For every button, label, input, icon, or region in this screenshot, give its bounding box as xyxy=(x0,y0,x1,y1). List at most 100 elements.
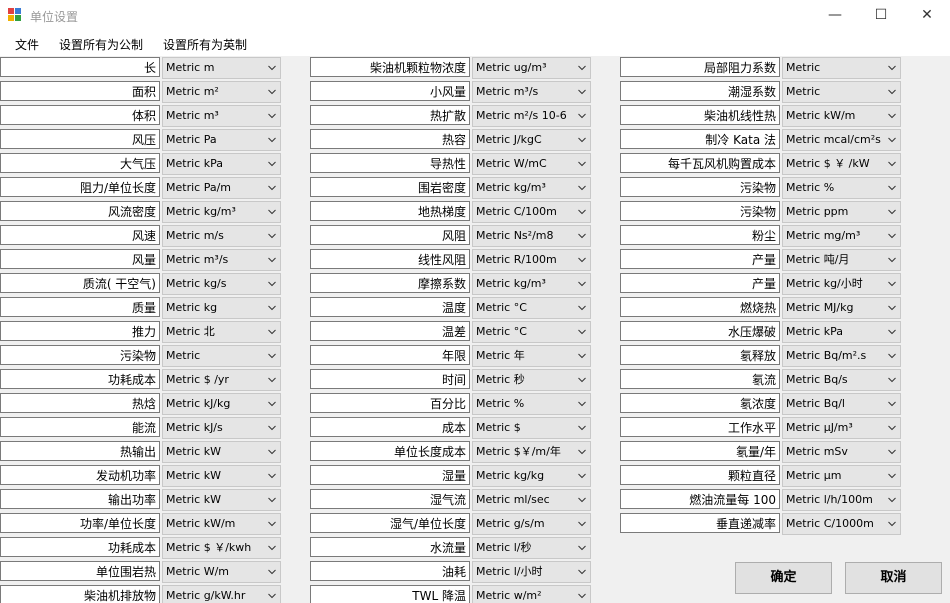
unit-select[interactable]: Metric kW/m xyxy=(162,513,281,535)
unit-select[interactable]: Metric Bq/s xyxy=(782,369,901,391)
unit-select[interactable]: Metric °C xyxy=(472,321,591,343)
unit-select-value: Metric mcal/cm²s xyxy=(786,133,881,146)
unit-select[interactable]: Metric mSv xyxy=(782,441,901,463)
unit-row: 风量 Metric m³/s xyxy=(0,248,300,272)
unit-select[interactable]: Metric $ ￥/kwh xyxy=(162,537,281,559)
unit-select-value: Metric ug/m³ xyxy=(476,61,547,74)
unit-select[interactable]: Metric ml/sec xyxy=(472,489,591,511)
unit-row: 年限 Metric 年 xyxy=(310,344,610,368)
unit-select-value: Metric w/m² xyxy=(476,589,542,602)
unit-select[interactable]: Metric Ns²/m8 xyxy=(472,225,591,247)
unit-select[interactable]: Metric Pa xyxy=(162,129,281,151)
unit-select[interactable]: Metric R/100m xyxy=(472,249,591,271)
unit-select[interactable]: Metric m xyxy=(162,57,281,79)
unit-select[interactable]: Metric C/1000m xyxy=(782,513,901,535)
unit-select[interactable]: Metric Pa/m xyxy=(162,177,281,199)
unit-select-value: Metric kg/m³ xyxy=(476,277,546,290)
unit-select[interactable]: Metric xyxy=(162,345,281,367)
title-bar: 单位设置 — ☐ ✕ xyxy=(0,0,950,32)
unit-select[interactable]: Metric xyxy=(782,57,901,79)
chevron-down-icon xyxy=(268,89,276,95)
unit-select[interactable]: Metric ppm xyxy=(782,201,901,223)
unit-label: TWL 降温 xyxy=(310,585,470,603)
unit-label: 油耗 xyxy=(310,561,470,581)
unit-select[interactable]: Metric m² xyxy=(162,81,281,103)
unit-select[interactable]: Metric Bq/l xyxy=(782,393,901,415)
unit-select[interactable]: Metric kJ/s xyxy=(162,417,281,439)
unit-select[interactable]: Metric mg/m³ xyxy=(782,225,901,247)
unit-select[interactable]: Metric mcal/cm²s xyxy=(782,129,901,151)
unit-select[interactable]: Metric kg/kg xyxy=(472,465,591,487)
close-icon[interactable]: ✕ xyxy=(904,0,950,32)
unit-select[interactable]: Metric W/mC xyxy=(472,153,591,175)
unit-select[interactable]: Metric m/s xyxy=(162,225,281,247)
unit-select[interactable]: Metric $￥/m/年 xyxy=(472,441,591,463)
unit-select[interactable]: Metric $ xyxy=(472,417,591,439)
unit-select-value: Metric m² xyxy=(166,85,219,98)
unit-select[interactable]: Metric l/小时 xyxy=(472,561,591,583)
unit-row: 热扩散 Metric m²/s 10-6 xyxy=(310,104,610,128)
unit-select[interactable]: Metric kW/m xyxy=(782,105,901,127)
unit-select[interactable]: Metric $ ￥ /kW xyxy=(782,153,901,175)
ok-button[interactable]: 确定 xyxy=(735,562,832,594)
chevron-down-icon xyxy=(268,473,276,479)
chevron-down-icon xyxy=(268,257,276,263)
cancel-button[interactable]: 取消 xyxy=(845,562,942,594)
unit-select[interactable]: Metric w/m² xyxy=(472,585,591,603)
menu-bar: 文件 设置所有为公制 设置所有为英制 xyxy=(0,32,950,56)
unit-select-value: Metric Bq/l xyxy=(786,397,845,410)
unit-select[interactable]: Metric kg/m³ xyxy=(162,201,281,223)
chevron-down-icon xyxy=(268,113,276,119)
unit-select[interactable]: Metric Bq/m².s xyxy=(782,345,901,367)
unit-select[interactable]: Metric kg/小时 xyxy=(782,273,901,295)
unit-select[interactable]: Metric g/kW.hr xyxy=(162,585,281,603)
unit-select[interactable]: Metric kg/m³ xyxy=(472,273,591,295)
chevron-down-icon xyxy=(888,89,896,95)
unit-select[interactable]: Metric m³/s xyxy=(472,81,591,103)
unit-select[interactable]: Metric ug/m³ xyxy=(472,57,591,79)
unit-select[interactable]: Metric % xyxy=(472,393,591,415)
unit-select[interactable]: Metric C/100m xyxy=(472,201,591,223)
unit-select[interactable]: Metric W/m xyxy=(162,561,281,583)
unit-select[interactable]: Metric m²/s 10-6 xyxy=(472,105,591,127)
unit-select[interactable]: Metric 秒 xyxy=(472,369,591,391)
unit-select[interactable]: Metric 吨/月 xyxy=(782,249,901,271)
unit-row: 污染物 Metric xyxy=(0,344,300,368)
menu-set-all-metric[interactable]: 设置所有为公制 xyxy=(59,36,143,53)
unit-select[interactable]: Metric kPa xyxy=(162,153,281,175)
unit-select[interactable]: Metric kW xyxy=(162,489,281,511)
unit-select[interactable]: Metric $ /yr xyxy=(162,369,281,391)
unit-select[interactable]: Metric l/h/100m xyxy=(782,489,901,511)
unit-select[interactable]: Metric kg/s xyxy=(162,273,281,295)
maximize-icon[interactable]: ☐ xyxy=(858,0,904,32)
unit-select[interactable]: Metric J/kgC xyxy=(472,129,591,151)
unit-select[interactable]: Metric kg/m³ xyxy=(472,177,591,199)
unit-select[interactable]: Metric 年 xyxy=(472,345,591,367)
unit-select[interactable]: Metric kW xyxy=(162,441,281,463)
unit-select[interactable]: Metric kPa xyxy=(782,321,901,343)
chevron-down-icon xyxy=(578,137,586,143)
unit-row: 温度 Metric °C xyxy=(310,296,610,320)
unit-select[interactable]: Metric l/秒 xyxy=(472,537,591,559)
unit-label: 柴油机排放物 xyxy=(0,585,160,603)
unit-select[interactable]: Metric xyxy=(782,81,901,103)
unit-select[interactable]: Metric kg xyxy=(162,297,281,319)
unit-select[interactable]: Metric kW xyxy=(162,465,281,487)
menu-set-all-imperial[interactable]: 设置所有为英制 xyxy=(163,36,247,53)
minimize-icon[interactable]: — xyxy=(812,0,858,32)
unit-row: 柴油机颗粒物浓度 Metric ug/m³ xyxy=(310,56,610,80)
menu-file[interactable]: 文件 xyxy=(15,36,39,53)
unit-select[interactable]: Metric m³/s xyxy=(162,249,281,271)
chevron-down-icon xyxy=(578,185,586,191)
unit-select-value: Metric mg/m³ xyxy=(786,229,861,242)
unit-select[interactable]: Metric 北 xyxy=(162,321,281,343)
unit-select[interactable]: Metric g/s/m xyxy=(472,513,591,535)
unit-select-value: Metric C/1000m xyxy=(786,517,874,530)
unit-select[interactable]: Metric °C xyxy=(472,297,591,319)
unit-select[interactable]: Metric MJ/kg xyxy=(782,297,901,319)
unit-select[interactable]: Metric m³ xyxy=(162,105,281,127)
unit-select[interactable]: Metric kJ/kg xyxy=(162,393,281,415)
unit-select[interactable]: Metric % xyxy=(782,177,901,199)
unit-select[interactable]: Metric μm xyxy=(782,465,901,487)
unit-select[interactable]: Metric μJ/m³ xyxy=(782,417,901,439)
